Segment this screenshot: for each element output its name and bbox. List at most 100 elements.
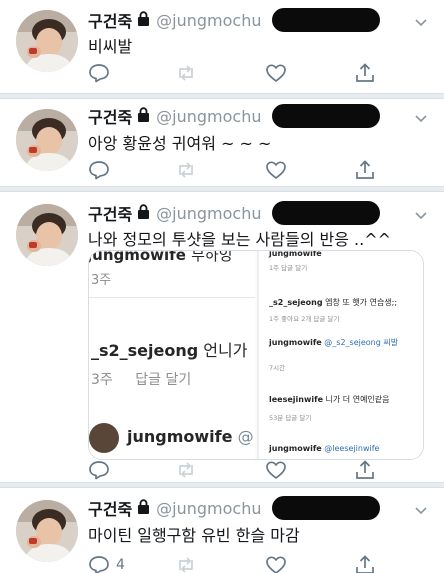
media-right-r4-user: leesejinwife: [269, 395, 323, 404]
caret-down-icon[interactable]: [414, 502, 428, 516]
media-left-top-user: jungmowife: [89, 251, 186, 264]
share-button[interactable]: [354, 554, 376, 573]
retweet-icon: [175, 555, 197, 573]
handle[interactable]: @jungmochu: [156, 107, 261, 126]
display-name[interactable]: 구건죽: [88, 201, 132, 225]
reply-button[interactable]: [88, 62, 116, 84]
redaction-bar: [272, 201, 380, 225]
tweet-actions: [88, 62, 388, 86]
tweet-2[interactable]: 구건죽 @jungmochu 아앙 황윤성 귀여워 ~ ~ ~: [0, 99, 444, 182]
tweet-3[interactable]: 구건죽 @jungmochu 나와 정모의 투샷을 보는 사람들의 반응 ..^…: [0, 192, 444, 483]
tweet-header: 구건죽 @jungmochu: [88, 8, 262, 32]
media-right-r4-text: 니가 더 연예인같음: [325, 395, 390, 404]
display-name[interactable]: 구건죽: [88, 8, 132, 32]
avatar[interactable]: [16, 109, 78, 171]
media-left-bottom-text: @: [237, 427, 254, 446]
avatar-photo: [16, 204, 78, 266]
tweet-header: 구건죽 @jungmochu: [88, 201, 262, 225]
tweet-actions: [88, 459, 388, 483]
media-right-r5-text: @leesejinwife: [324, 444, 380, 453]
media-left-reply-link[interactable]: 답글 달기: [135, 372, 191, 388]
caret-down-icon[interactable]: [414, 14, 428, 28]
lock-icon: [137, 203, 150, 223]
like-icon: [265, 555, 287, 573]
media-left-comment-time: 3주: [91, 372, 113, 388]
media-right-r2-text: 엡창 또 햇가 연습생;;: [325, 298, 398, 307]
redaction-bar: [272, 8, 380, 32]
share-button[interactable]: [354, 159, 376, 181]
media-left-comment: _s2_sejeong 언니가: [91, 337, 247, 361]
retweet-button[interactable]: [175, 459, 197, 481]
retweet-button[interactable]: [175, 62, 197, 84]
tweet-4[interactable]: 구건죽 @jungmochu 마이틴 일행구함 유빈 한슬 마감 4: [0, 488, 444, 573]
handle[interactable]: @jungmochu: [156, 204, 261, 223]
media-left-avatar: [89, 423, 119, 453]
share-button[interactable]: [354, 459, 376, 481]
redaction-bar: [272, 104, 380, 128]
share-icon: [354, 555, 376, 573]
reply-button[interactable]: [88, 459, 116, 481]
media-right-r1-user: jungmowife: [269, 251, 322, 258]
tweet-header: 구건죽 @jungmochu: [88, 496, 262, 520]
tweet-actions: [88, 159, 388, 183]
like-icon: [265, 160, 287, 180]
avatar[interactable]: [16, 204, 78, 266]
like-button[interactable]: [265, 554, 287, 573]
like-button[interactable]: [265, 62, 287, 84]
display-name[interactable]: 구건죽: [88, 104, 132, 128]
handle[interactable]: @jungmochu: [156, 499, 261, 518]
media-left-comment-text: 언니가: [203, 341, 248, 360]
tweet-actions: 4: [88, 554, 388, 573]
media-left-comment-meta: 3주 답글 달기: [91, 369, 191, 389]
media-right-r1-meta: 1주 답글 달기: [269, 264, 308, 272]
lock-icon: [137, 106, 150, 126]
avatar[interactable]: [16, 500, 78, 562]
lock-icon: [137, 498, 150, 518]
avatar-photo: [16, 109, 78, 171]
media-left-bottom: jungmowife @: [127, 427, 254, 446]
reply-icon: [88, 63, 110, 83]
media-right-r4-meta: 53분 답글 달기: [269, 414, 312, 422]
share-icon: [354, 63, 376, 83]
media-left-top-text: 부하잉: [191, 251, 233, 264]
retweet-button[interactable]: [175, 159, 197, 181]
tweet-text: 나와 정모의 투샷을 보는 사람들의 반응 ..^^: [88, 230, 392, 249]
tweet-text: 아앙 황윤성 귀여워 ~ ~ ~: [88, 134, 272, 153]
reply-button[interactable]: [88, 159, 116, 181]
media-left-bottom-user: jungmowife: [127, 427, 233, 446]
like-button[interactable]: [265, 459, 287, 481]
display-name[interactable]: 구건죽: [88, 496, 132, 520]
media-right-r3-meta: 7시간: [269, 364, 286, 372]
redaction-bar: [272, 496, 380, 520]
media-right-r3: jungmowife @_s2_sejeong 씨발: [269, 337, 398, 348]
like-button[interactable]: [265, 159, 287, 181]
handle[interactable]: @jungmochu: [156, 11, 261, 30]
media-right-r3-user: jungmowife: [269, 338, 322, 347]
caret-down-icon[interactable]: [414, 110, 428, 124]
media-right-r5-user: jungmowife: [269, 444, 322, 453]
media-left-separator: [89, 297, 255, 298]
media-image-left[interactable]: jungmowife 부하잉 3주 _s2_sejeong 언니가 3주 답글 …: [89, 251, 255, 459]
tweet-text: 마이틴 일행구함 유빈 한슬 마감: [88, 526, 300, 545]
share-icon: [354, 160, 376, 180]
media-image-right[interactable]: jungmowife 1주 답글 달기 _s2_sejeong 엡창 또 햇가 …: [257, 251, 423, 459]
media-right-r2-user: _s2_sejeong: [269, 298, 323, 307]
tweet-text: 비씨발: [88, 37, 133, 56]
avatar[interactable]: [16, 10, 78, 72]
reply-icon: [88, 460, 110, 480]
tweet-media[interactable]: jungmowife 부하잉 3주 _s2_sejeong 언니가 3주 답글 …: [88, 250, 424, 460]
media-right-r5: jungmowife @leesejinwife: [269, 444, 379, 453]
media-right-r4: leesejinwife 니가 더 연예인같음: [269, 394, 390, 405]
like-icon: [265, 63, 287, 83]
media-left-top-meta: 3주: [91, 273, 112, 288]
retweet-icon: [175, 460, 197, 480]
reply-button[interactable]: 4: [88, 554, 125, 573]
share-button[interactable]: [354, 62, 376, 84]
lock-icon: [137, 10, 150, 30]
caret-down-icon[interactable]: [414, 207, 428, 221]
media-right-r3-text: @_s2_sejeong 씨발: [324, 338, 399, 347]
tweet-1[interactable]: 구건죽 @jungmochu 비씨발: [0, 0, 444, 95]
media-right-r2: _s2_sejeong 엡창 또 햇가 연습생;;: [269, 297, 397, 308]
retweet-button[interactable]: [175, 554, 197, 573]
reply-icon: [88, 160, 110, 180]
